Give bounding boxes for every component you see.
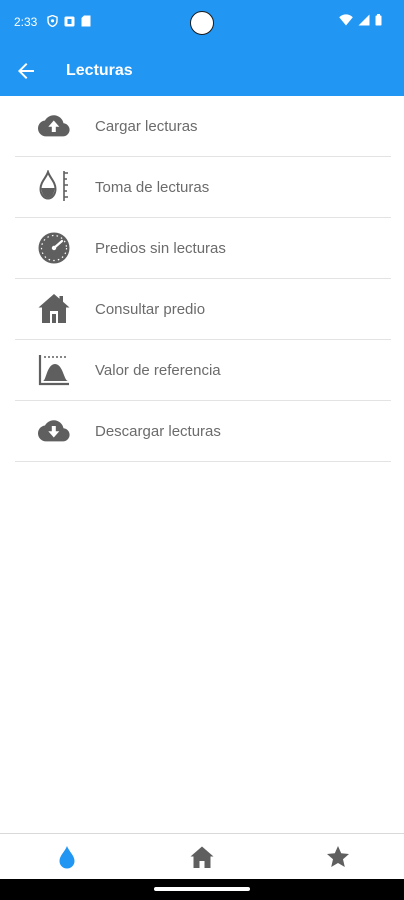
reference-value-icon [37,353,71,387]
star-icon [325,844,351,870]
menu-item-label: Valor de referencia [95,362,221,379]
gesture-navigation-bar [0,879,404,900]
page-title: Lecturas [66,62,133,79]
nav-item-favorites[interactable] [325,844,351,870]
status-right-icons [339,14,382,26]
menu-item-valor-de-referencia[interactable]: Valor de referencia [15,340,391,401]
status-bar: 2:33 [0,0,404,46]
menu-item-predios-sin-lecturas[interactable]: Predios sin lecturas [15,218,391,279]
home-icon [189,844,215,870]
back-button[interactable] [14,59,38,83]
menu-item-label: Predios sin lecturas [95,240,226,257]
menu-item-label: Toma de lecturas [95,179,210,196]
water-drop-icon [54,844,80,870]
app-bar: Lecturas [0,46,404,96]
menu-item-label: Descargar lecturas [95,423,221,440]
water-meter-drop-icon [37,170,71,204]
menu-item-toma-de-lecturas[interactable]: Toma de lecturas [15,157,391,218]
gesture-handle[interactable] [154,887,250,891]
house-icon [37,292,71,326]
battery-icon [375,14,382,26]
camera-cutout [190,11,214,35]
menu-item-consultar-predio[interactable]: Consultar predio [15,279,391,340]
nav-item-home[interactable] [189,844,215,870]
menu-item-label: Consultar predio [95,301,206,318]
menu-item-label: Cargar lecturas [95,118,198,135]
screen: 2:33 Lecturas Cargar lecturas Toma de le… [0,0,404,900]
sim-card-icon [81,15,91,27]
menu-item-descargar-lecturas[interactable]: Descargar lecturas [15,401,391,462]
wifi-icon [339,14,353,26]
menu-item-cargar-lecturas[interactable]: Cargar lecturas [15,96,391,157]
status-left-icons [47,15,91,27]
vpn-shield-icon [47,15,58,27]
signal-icon [358,14,370,26]
notification-icon [64,16,75,27]
bottom-navigation [0,833,404,880]
status-time: 2:33 [14,15,38,29]
menu-list: Cargar lecturas Toma de lecturas Predios… [15,96,391,462]
nav-item-readings[interactable] [54,844,80,870]
arrow-left-icon [14,63,38,87]
speedometer-icon [37,231,71,265]
cloud-download-icon [37,414,71,448]
cloud-upload-icon [37,109,71,143]
